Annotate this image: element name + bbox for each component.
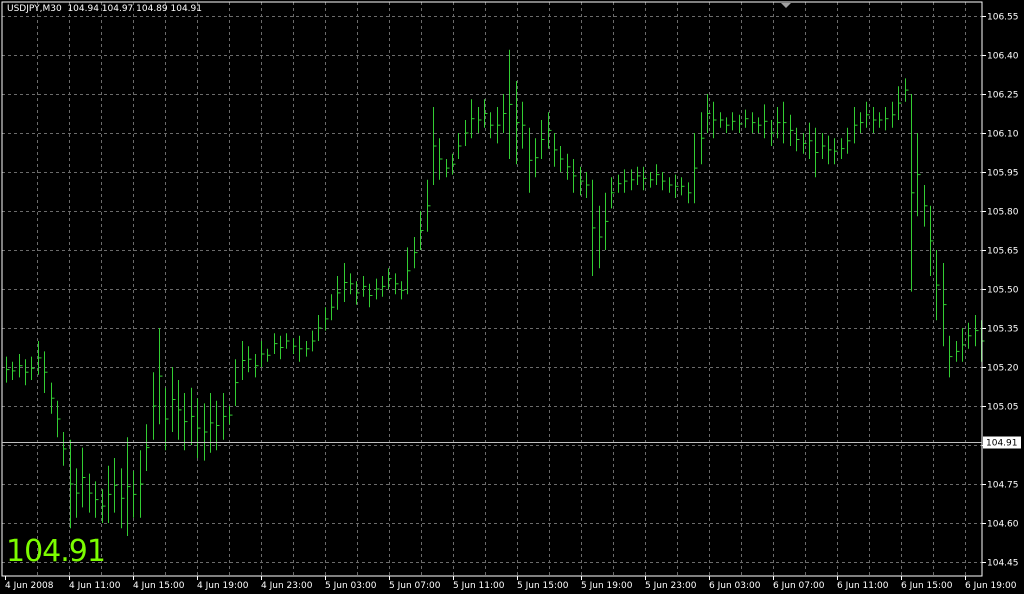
ohlc-values: 104.94 104.97 104.89 104.91 [67,4,202,14]
x-tick-label: 6 Jun 03:00 [709,581,761,591]
grid [2,2,982,576]
y-tick-label: 104.75 [987,481,1019,491]
plot-frame [1,1,983,577]
y-tick-label: 106.40 [987,52,1019,62]
price-chart[interactable]: 106.55 106.40 106.25 106.10 105.95 105.80 105.… [0,0,1024,594]
x-tick-label: 5 Jun 07:00 [389,581,441,591]
y-tick-label: 105.50 [987,286,1019,296]
x-tick-label: 5 Jun 11:00 [453,581,505,591]
y-tick-label: 105.05 [987,403,1019,413]
y-tick-label: 105.95 [987,169,1019,179]
y-tick-label: 106.25 [987,91,1019,101]
x-tick-label: 6 Jun 19:00 [965,581,1017,591]
y-tick-label: 106.55 [987,13,1019,23]
axes: 106.55 106.40 106.25 106.10 105.95 105.80 105.… [1,1,1019,591]
x-tick-label: 5 Jun 03:00 [325,581,377,591]
x-tick-label: 6 Jun 11:00 [837,581,889,591]
x-tick-label: 5 Jun 15:00 [517,581,569,591]
scroll-marker-icon [781,3,791,8]
symbol-label: USDJPY,M30 [7,4,62,14]
y-tick-label: 105.35 [987,325,1019,335]
y-tick-label: 104.45 [987,559,1019,569]
y-tick-label: 105.20 [987,364,1019,374]
x-tick-label: 5 Jun 19:00 [581,581,633,591]
y-tick-label: 106.10 [987,130,1019,140]
y-tick-label: 105.65 [987,247,1019,257]
x-tick-label: 4 Jun 15:00 [133,581,185,591]
current-price-marker: 104.91 [2,436,1021,449]
current-price-label: 104.91 [986,439,1018,449]
y-tick-label: 104.60 [987,520,1019,530]
y-tick-label: 105.80 [987,208,1019,218]
x-tick-label: 4 Jun 19:00 [197,581,249,591]
big-price-display: 104.91 [6,534,106,569]
x-tick-label: 6 Jun 07:00 [773,581,825,591]
x-tick-label: 5 Jun 23:00 [645,581,697,591]
x-tick-label: 4 Jun 23:00 [261,581,313,591]
x-tick-label: 6 Jun 15:00 [901,581,953,591]
x-tick-label: 4 Jun 11:00 [69,581,121,591]
symbol-info: USDJPY,M30 104.94 104.97 104.89 104.91 [7,4,202,14]
chart-canvas[interactable]: 106.55 106.40 106.25 106.10 105.95 105.80 105.… [0,0,1024,594]
x-tick-label: 4 Jun 2008 [5,581,54,591]
